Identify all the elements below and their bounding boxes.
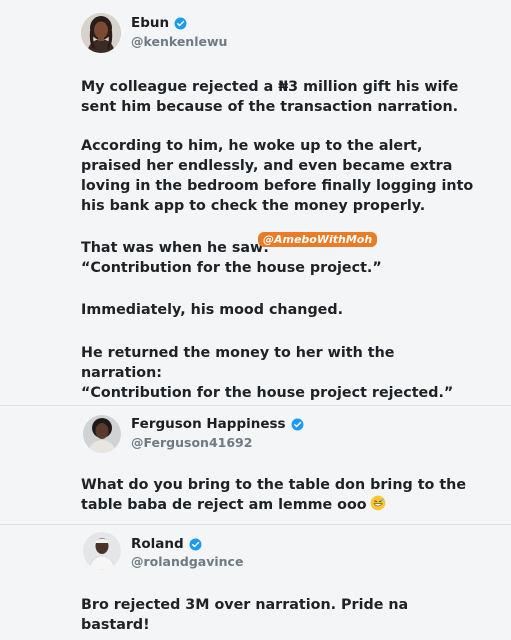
avatar-ferguson[interactable] (83, 415, 121, 453)
post-text-line: Bro rejected 3M over narration. Pride na (81, 597, 409, 613)
reply-text: What do you bring to the table don bring… (81, 475, 466, 515)
post-text-line: He returned the money to her with the (81, 345, 395, 361)
author-name-row: Roland (131, 536, 202, 552)
author-name-row: Ebun (131, 15, 187, 31)
post-text-line: sent him because of the transaction narr… (81, 99, 459, 115)
post-paragraph-5: He returned the money to her with the na… (81, 343, 453, 403)
post-text-line: bastard! (81, 617, 150, 633)
post-paragraph-4: Immediately, his mood changed. (81, 300, 343, 320)
post-roland: Roland @rolandgavince Bro rejected 3M ov… (0, 525, 511, 640)
post-text-line: his bank app to check the money properly… (81, 198, 426, 214)
post-text-line-content: table baba de reject am lemme ooo (81, 497, 367, 513)
post-text-line: What do you bring to the table don bring… (81, 477, 467, 493)
avatar-ebun-image (81, 13, 121, 53)
post-ferguson: Ferguson Happiness @Ferguson41692 What d… (0, 406, 511, 524)
author-name-row: Ferguson Happiness (131, 416, 304, 432)
verified-badge-icon (189, 538, 202, 551)
post-text-line: table baba de reject am lemme ooo (81, 495, 466, 515)
post-text-line: “Contribution for the house project.” (81, 260, 382, 276)
post-text-line: “Contribution for the house project reje… (81, 385, 454, 401)
author-handle[interactable]: @rolandgavince (131, 554, 243, 569)
post-text-line: narration: (81, 365, 163, 381)
post-text-line: According to him, he woke up to the aler… (81, 138, 423, 154)
post-paragraph-1: My colleague rejected a ₦3 million gift … (81, 77, 458, 117)
post-paragraph-2: According to him, he woke up to the aler… (81, 136, 473, 216)
author-handle[interactable]: @Ferguson41692 (131, 435, 252, 450)
author-name[interactable]: Ferguson Happiness (131, 416, 286, 432)
avatar-roland-image (83, 532, 121, 570)
grinning-sweat-emoji-icon (370, 495, 386, 511)
reply-text: Bro rejected 3M over narration. Pride na… (81, 595, 408, 635)
author-name[interactable]: Roland (131, 536, 184, 552)
author-name[interactable]: Ebun (131, 15, 169, 31)
post-text-line: praised her endlessly, and even became e… (81, 158, 453, 174)
avatar-ebun[interactable] (81, 13, 121, 53)
post-ebun: Ebun @kenkenlewu My colleague rejected a… (0, 0, 511, 403)
avatar-ferguson-image (83, 415, 121, 453)
verified-badge-icon (291, 418, 304, 431)
verified-badge-icon (174, 17, 187, 30)
post-text-line: Immediately, his mood changed. (81, 302, 344, 318)
post-text-line: My colleague rejected a ₦3 million gift … (81, 79, 459, 95)
author-handle[interactable]: @kenkenlewu (131, 34, 227, 49)
post-text-line: loving in the bedroom before finally log… (81, 178, 474, 194)
avatar-roland[interactable] (83, 532, 121, 570)
watermark-label: @AmeboWithMoh (258, 232, 378, 247)
